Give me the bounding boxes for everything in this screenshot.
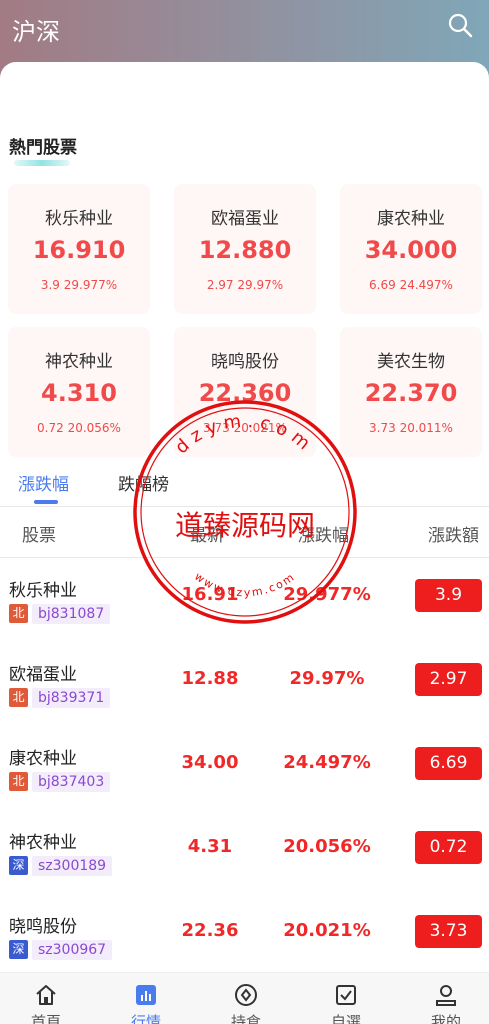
market-badge: 北 xyxy=(9,604,28,623)
tabbar-label: 持倉 xyxy=(230,1013,261,1024)
table-row[interactable]: 康农种业 北 bj837403 34.00 24.497% 6.69 xyxy=(0,728,489,812)
column-header-latest: 最新 xyxy=(190,526,224,546)
column-header-change-pct[interactable]: 漲跌幅 xyxy=(298,521,349,546)
latest-price: 4.31 xyxy=(187,836,233,857)
stock-name: 康农种业 xyxy=(9,749,77,769)
section-title-underline xyxy=(14,160,70,166)
column-header-change-amount[interactable]: 漲跌額 xyxy=(428,521,479,546)
change-amount-badge: 3.73 xyxy=(415,915,482,948)
hot-stock-card[interactable]: 晓鸣股份 22.360 3.73 20.021% xyxy=(174,327,316,457)
tabbar-label: 我的 xyxy=(430,1013,461,1024)
market-badge: 北 xyxy=(9,772,28,791)
bottom-tab-bar: 首頁 行情 持倉 自選 我的 xyxy=(0,972,489,1024)
watchlist-icon xyxy=(336,985,356,1005)
tab-losers[interactable]: 跌幅榜 xyxy=(118,470,169,495)
card-stock-price: 22.360 xyxy=(198,379,292,407)
stock-name: 晓鸣股份 xyxy=(9,917,77,937)
latest-price: 22.36 xyxy=(181,920,239,941)
stock-code: bj837403 xyxy=(32,772,111,792)
stock-name: 秋乐种业 xyxy=(9,581,77,601)
tabbar-label: 自選 xyxy=(330,1013,361,1024)
market-badge: 北 xyxy=(9,688,28,707)
latest-price: 34.00 xyxy=(181,752,239,773)
hot-stock-card[interactable]: 秋乐种业 16.910 3.9 29.977% xyxy=(8,184,150,314)
card-stock-price: 12.880 xyxy=(198,236,292,264)
tabbar-label: 首頁 xyxy=(30,1013,61,1024)
change-amount-badge: 2.97 xyxy=(415,663,482,696)
change-percent: 20.056% xyxy=(283,836,371,857)
table-row[interactable]: 神农种业 深 sz300189 4.31 20.056% 0.72 xyxy=(0,812,489,896)
card-stock-name: 美农生物 xyxy=(377,352,445,372)
change-percent: 24.497% xyxy=(283,752,371,773)
stock-name: 欧福蛋业 xyxy=(9,665,77,685)
card-stock-name: 晓鸣股份 xyxy=(211,352,279,372)
card-stock-change: 3.73 20.011% xyxy=(369,421,453,435)
card-stock-name: 康农种业 xyxy=(377,209,445,229)
stock-code: bj831087 xyxy=(32,604,111,624)
card-stock-name: 神农种业 xyxy=(45,352,113,372)
card-stock-change: 0.72 20.056% xyxy=(37,421,121,435)
search-icon[interactable] xyxy=(447,12,473,38)
hot-stock-card[interactable]: 美农生物 22.370 3.73 20.011% xyxy=(340,327,482,457)
latest-price: 12.88 xyxy=(181,668,239,689)
change-percent: 29.97% xyxy=(289,668,365,689)
card-stock-price: 34.000 xyxy=(364,236,458,264)
card-stock-change: 3.9 29.977% xyxy=(40,278,118,292)
position-icon xyxy=(235,984,257,1006)
stock-code: sz300189 xyxy=(32,856,113,876)
hot-stocks-title: 熱門股票 xyxy=(9,138,77,158)
profile-icon xyxy=(436,985,456,1006)
market-badge: 深 xyxy=(9,940,28,959)
market-chart-icon xyxy=(136,985,156,1005)
page-title: 沪深 xyxy=(12,18,60,46)
stock-code: bj839371 xyxy=(32,688,111,708)
card-stock-price: 4.310 xyxy=(41,379,117,407)
table-row[interactable]: 晓鸣股份 深 sz300967 22.36 20.021% 3.73 xyxy=(0,896,489,980)
table-row[interactable]: 欧福蛋业 北 bj839371 12.88 29.97% 2.97 xyxy=(0,644,489,728)
column-header-stock: 股票 xyxy=(22,526,56,546)
card-stock-change: 3.73 20.021% xyxy=(203,421,287,435)
change-amount-badge: 0.72 xyxy=(415,831,482,864)
table-header: 股票 最新 漲跌幅 漲跌額 xyxy=(0,506,489,558)
card-stock-change: 6.69 24.497% xyxy=(369,278,453,292)
hot-stock-card[interactable]: 康农种业 34.000 6.69 24.497% xyxy=(340,184,482,314)
change-amount-badge: 6.69 xyxy=(415,747,482,780)
tab-gainers[interactable]: 漲跌幅 xyxy=(18,470,69,495)
market-badge: 深 xyxy=(9,856,28,875)
change-amount-badge: 3.9 xyxy=(415,579,482,612)
change-percent: 20.021% xyxy=(283,920,371,941)
card-stock-price: 16.910 xyxy=(32,236,126,264)
active-tab-indicator xyxy=(34,500,58,504)
home-icon xyxy=(36,985,56,1005)
tabbar-label: 行情 xyxy=(130,1013,161,1024)
hot-stock-card[interactable]: 欧福蛋业 12.880 2.97 29.97% xyxy=(174,184,316,314)
stock-name: 神农种业 xyxy=(9,833,77,853)
hot-stock-card[interactable]: 神农种业 4.310 0.72 20.056% xyxy=(8,327,150,457)
card-stock-price: 22.370 xyxy=(364,379,458,407)
card-stock-name: 欧福蛋业 xyxy=(211,209,279,229)
stock-code: sz300967 xyxy=(32,940,113,960)
change-percent: 29.977% xyxy=(283,584,371,605)
card-stock-change: 2.97 29.97% xyxy=(206,278,284,292)
latest-price: 16.91 xyxy=(181,584,239,605)
card-stock-name: 秋乐种业 xyxy=(45,209,113,229)
table-row[interactable]: 秋乐种业 北 bj831087 16.91 29.977% 3.9 xyxy=(0,560,489,644)
